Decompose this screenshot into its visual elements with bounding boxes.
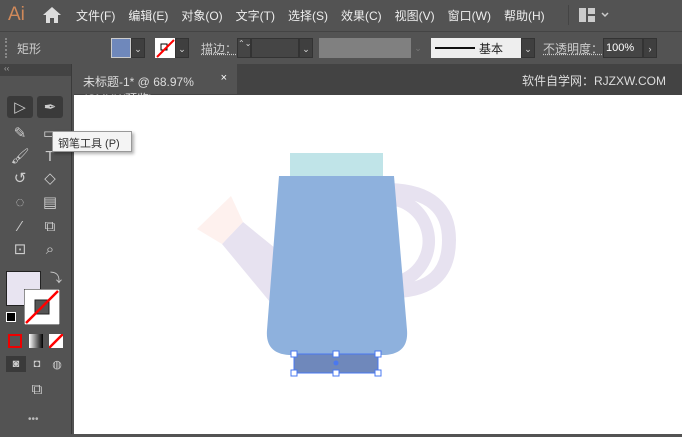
lid-shape — [290, 153, 383, 176]
draw-inside-icon[interactable]: ◍ — [47, 356, 67, 372]
artboard-canvas[interactable] — [74, 95, 682, 434]
stroke-weight-input[interactable] — [251, 38, 300, 58]
stroke-weight-dropdown[interactable]: ⌄ — [299, 38, 314, 58]
toolbox: ‹‹ ▷ ✒ ✎ ▭ 🖌 T ↺ ◇ ◌ ▤ ⁄ ⧉ ⊡ ⌕ ⤵ ◙ ◘ ◍ ⧉… — [0, 64, 72, 434]
curvature-tool-icon[interactable]: ✎ — [7, 122, 33, 144]
menu-type[interactable]: 文字(T) — [236, 7, 275, 24]
draw-behind-icon[interactable]: ◘ — [27, 356, 47, 372]
stroke-weight-stepper[interactable]: ⌃⌄ — [237, 38, 251, 58]
eyedropper-tool-icon[interactable]: ⁄ — [7, 215, 33, 237]
stroke-none-swatch[interactable] — [155, 38, 175, 58]
eraser-tool-icon[interactable]: ◇ — [37, 167, 63, 189]
draw-normal-icon[interactable]: ◙ — [6, 356, 26, 372]
shape-builder-icon[interactable]: ⧉ — [37, 215, 63, 237]
fill-dropdown[interactable]: ⌄ — [131, 38, 145, 58]
screen-mode-icon[interactable]: ⧉ — [24, 378, 50, 400]
opacity-label[interactable]: 不透明度： — [543, 40, 603, 57]
paintbrush-tool-icon[interactable]: 🖌 — [7, 145, 33, 167]
selection-type-label: 矩形 — [17, 41, 42, 56]
watermark-text: 软件自学网：RJZXW.COM — [522, 74, 666, 88]
tooltip: 钢笔工具 (P) — [52, 131, 132, 152]
pen-tool-icon[interactable]: ✒ — [37, 96, 63, 118]
divider — [567, 5, 569, 25]
selection-tool-icon[interactable]: ▷ — [7, 96, 33, 118]
none-mode-icon[interactable] — [49, 334, 63, 348]
artboard-tool-icon[interactable]: ⊡ — [7, 238, 33, 260]
color-mode-icon[interactable] — [8, 334, 22, 348]
swap-colors-icon[interactable]: ⤵ — [50, 269, 62, 286]
menu-effect[interactable]: 效果(C) — [341, 7, 382, 24]
menu-edit[interactable]: 编辑(E) — [128, 7, 168, 24]
profile-dropdown: ⌄ — [411, 38, 426, 58]
document-tab-bar: 未标题-1* @ 68.97% (CMYK/预览) × 软件自学网：RJZXW.… — [74, 64, 682, 106]
fill-swatch[interactable] — [111, 38, 131, 58]
opacity-input[interactable]: 100% — [603, 38, 644, 58]
brush-style-label: 基本 — [479, 41, 504, 56]
brush-style-select[interactable]: 基本 — [431, 38, 522, 58]
menu-help[interactable]: 帮助(H) — [504, 7, 545, 24]
toolbox-collapse[interactable]: ‹‹ — [0, 64, 71, 76]
rotate-tool-icon[interactable]: ↺ — [7, 167, 33, 189]
menu-bar: Ai 文件(F) 编辑(E) 对象(O) 文字(T) 选择(S) 效果(C) 视… — [0, 0, 682, 30]
lasso-tool-icon[interactable]: ◌ — [7, 191, 33, 213]
document-tab[interactable]: 未标题-1* @ 68.97% (CMYK/预览) × — [74, 64, 237, 106]
gradient-tool-icon[interactable]: ▤ — [37, 191, 63, 213]
more-tools-icon[interactable]: ••• — [28, 414, 39, 425]
brush-dropdown[interactable]: ⌄ — [521, 38, 536, 58]
grip-handle[interactable] — [5, 38, 9, 58]
menu-select[interactable]: 选择(S) — [288, 7, 328, 24]
close-tab-icon[interactable]: × — [221, 72, 227, 84]
gradient-mode-icon[interactable] — [29, 334, 43, 348]
stroke-color-swatch[interactable] — [24, 289, 60, 325]
zoom-tool-icon[interactable]: ⌕ — [37, 238, 63, 260]
app-logo: Ai — [8, 4, 25, 25]
variable-width-profile[interactable] — [319, 38, 412, 58]
stroke-label[interactable]: 描边： — [201, 40, 237, 57]
menu-object[interactable]: 对象(O) — [181, 7, 222, 24]
selection-center-point — [333, 360, 339, 366]
opacity-arrow[interactable]: › — [643, 38, 658, 58]
menu-window[interactable]: 窗口(W) — [448, 7, 491, 24]
body-shape — [266, 176, 408, 355]
teapot-artwork — [197, 153, 457, 377]
menu-view[interactable]: 视图(V) — [395, 7, 435, 24]
workspace-switcher-icon[interactable] — [578, 8, 609, 22]
menu-file[interactable]: 文件(F) — [76, 7, 115, 24]
default-colors-icon[interactable] — [6, 312, 16, 322]
stroke-dropdown[interactable]: ⌄ — [175, 38, 189, 58]
home-icon[interactable] — [42, 6, 62, 24]
control-bar: 矩形 ⌄ ⌄ 描边： ⌃⌄ ⌄ ⌄ 基本 ⌄ 不透明度： 100% › — [0, 31, 682, 64]
